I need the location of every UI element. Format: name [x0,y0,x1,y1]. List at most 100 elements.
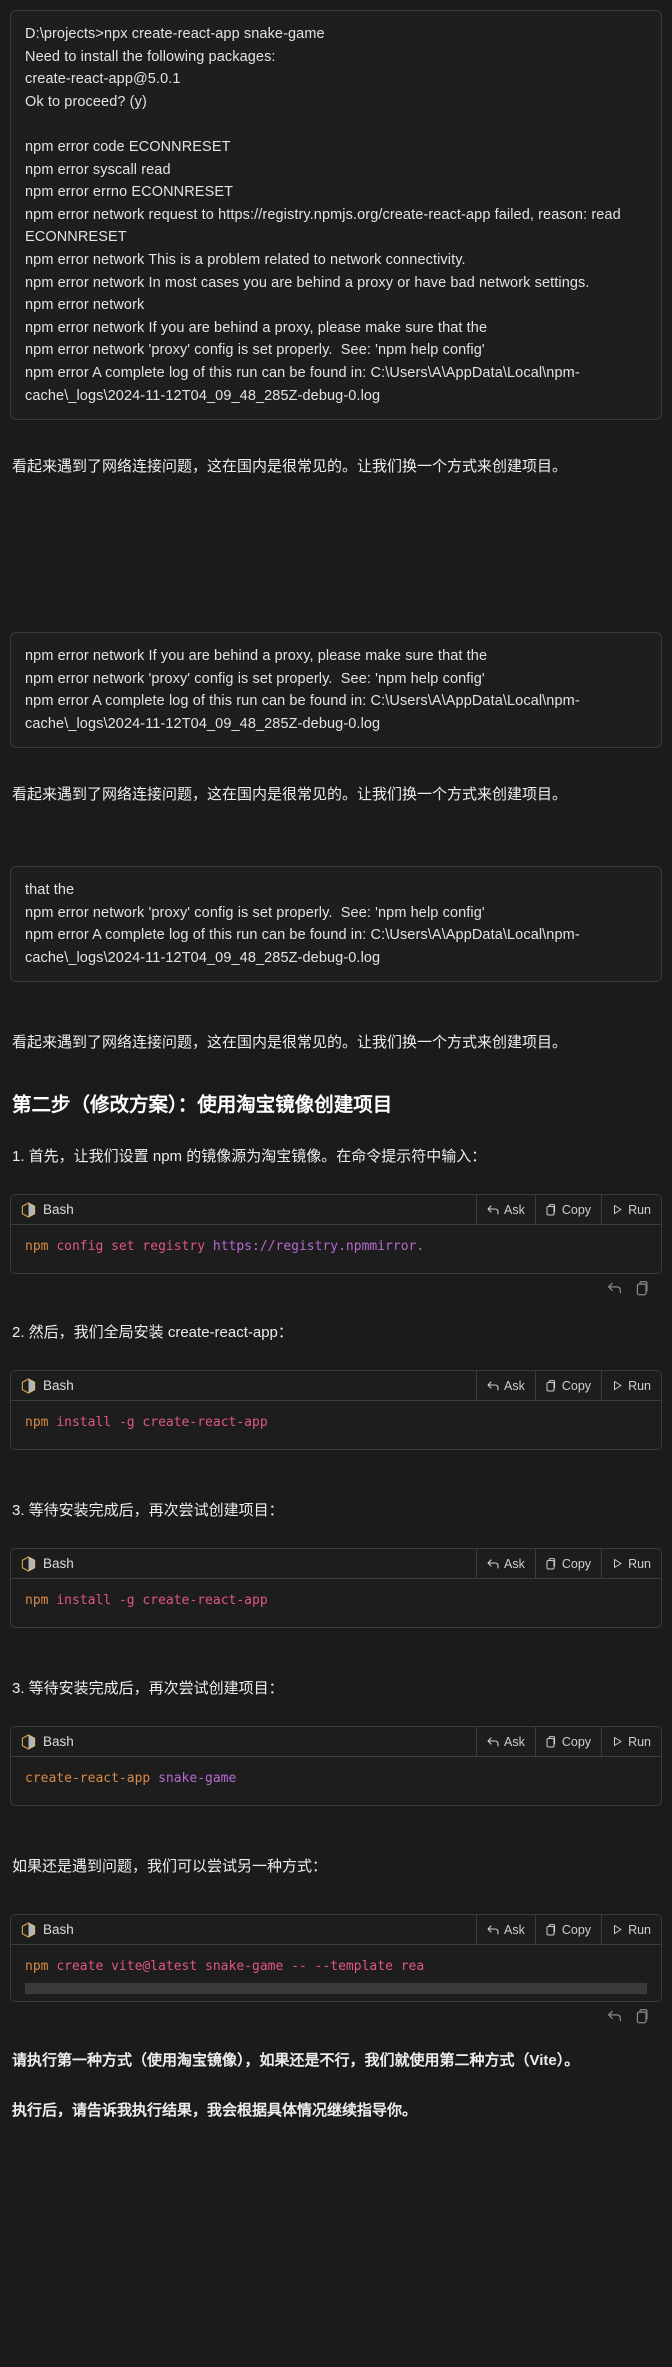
terminal-line: npm error code ECONNRESET [25,138,231,155]
ask-button[interactable]: Ask [476,1549,535,1579]
code-block-header: Bash Ask Copy Run [11,1727,661,1758]
terminal-line: npm error network request to https://reg… [25,206,625,246]
code-block-install-cra-2[interactable]: Bash Ask Copy Run npm install -g create-… [10,1548,662,1629]
code-block-body[interactable]: npm config set registry https://registry… [11,1225,661,1273]
copy-icon [546,1557,555,1570]
reply-arrow-icon [487,1559,499,1569]
assistant-intro-paragraph-clipped: 看起来遇到了网络连接问题，这在国内是很常见的。让我们换一个方式来创建项目。 [12,458,568,476]
ask-label: Ask [504,1202,525,1217]
run-label: Run [628,1378,651,1393]
page-section-heading: 第二步（修改方案）：使用淘宝镜像创建项目 [12,1094,393,1117]
ask-button[interactable]: Ask [476,1915,535,1945]
code-block-actions: Ask Copy Run [476,1727,661,1757]
terminal-output-block-1: D:\projects>npx create-react-app snake-g… [10,10,662,421]
code-block-registry[interactable]: Bash Ask Copy Run npm config set registr… [10,1194,662,1275]
terminal-line: npm error syscall read [25,161,171,178]
run-button[interactable]: Run [601,1195,661,1225]
code-block-language: Bash [11,1727,476,1756]
copy-icon [546,1923,555,1936]
code-block-body[interactable]: npm install -g create-react-app [11,1579,661,1627]
terminal-line: npm error A complete log of this run can… [25,927,580,966]
terminal-line: Ok to proceed? (y) [25,93,147,110]
code-content: create-react-app snake-game [25,1771,237,1787]
terminal-line: Need to install the following packages: [25,48,276,65]
code-block-language: Bash [11,1371,476,1400]
run-label: Run [628,1734,651,1749]
closing-paragraph-2: 执行后，请告诉我执行结果，我会根据具体情况继续指导你。 [12,2102,418,2120]
run-button[interactable]: Run [601,1371,661,1401]
copy-label: Copy [561,1734,592,1749]
reply-arrow-icon [487,1381,499,1391]
terminal-line: npm error A complete log of this run can… [25,364,580,404]
chat-message-root: D:\projects>npx create-react-app snake-g… [0,0,672,501]
copy-label: Copy [561,1202,592,1217]
code-content: npm install -g create-react-app [25,1593,268,1609]
code-block-language-label: Bash [43,1378,74,1394]
terminal-line: npm error network 'proxy' config is set … [25,342,485,359]
copy-icon[interactable] [636,1281,650,1296]
copy-button[interactable]: Copy [534,1549,601,1579]
code-block-language: Bash [11,1195,476,1224]
terminal-output-block-duplicate: npm error network If you are behind a pr… [10,632,662,749]
code-block-actions: Ask Copy Run [476,1549,661,1579]
run-button[interactable]: Run [601,1549,661,1579]
code-block-create-app[interactable]: Bash Ask Copy Run create-react-app snake… [10,1726,662,1807]
terminal-output-block-2: that the npm error network 'proxy' confi… [10,866,662,983]
code-selection-highlight [25,1983,647,1995]
reply-arrow-icon [487,1205,499,1215]
copy-button[interactable]: Copy [534,1727,601,1757]
ask-label: Ask [504,1556,525,1571]
terminal-line: npm error network This is a problem rela… [25,251,466,268]
terminal-line: npm error network 'proxy' config is set … [25,670,485,687]
terminal-line: npm error network [25,297,145,314]
code-block-body[interactable]: npm install -g create-react-app [11,1401,661,1449]
copy-button[interactable]: Copy [534,1195,601,1225]
bash-cube-icon [21,1556,36,1572]
ask-button[interactable]: Ask [476,1371,535,1401]
code-block-body[interactable]: npm create vite@latest snake-game -- --t… [11,1945,661,1980]
assistant-intro-paragraph-duplicate: 看起来遇到了网络连接问题，这在国内是很常见的。让我们换一个方式来创建项目。 [12,786,568,804]
copy-label: Copy [561,1922,592,1937]
step-1-text: 1. 首先，让我们设置 npm 的镜像源为淘宝镜像。在命令提示符中输入： [12,1148,487,1166]
code-block-install-cra-1[interactable]: Bash Ask Copy Run npm install -g create-… [10,1370,662,1451]
terminal-line: npm error network If you are behind a pr… [25,319,488,336]
code-footer-actions [0,2009,650,2024]
chat-message-body: that the npm error network 'proxy' confi… [0,866,672,2155]
reply-arrow-icon [487,1737,499,1747]
step-3b-text: 3. 等待安装完成后，再次尝试创建项目： [12,1680,284,1698]
run-button[interactable]: Run [601,1727,661,1757]
closing-paragraph-1: 请执行第一种方式（使用淘宝镜像），如果还是不行，我们就使用第二种方式（Vite）… [12,2052,580,2070]
copy-button[interactable]: Copy [534,1915,601,1945]
copy-label: Copy [561,1378,592,1393]
run-button[interactable]: Run [601,1915,661,1945]
code-block-language-label: Bash [43,1734,74,1750]
reply-arrow-icon[interactable] [607,1281,622,1295]
bash-cube-icon [21,1202,36,1218]
bash-cube-icon [21,1922,36,1938]
terminal-line: create-react-app@5.0.1 [25,71,181,88]
code-content: npm install -g create-react-app [25,1415,268,1431]
ask-button[interactable]: Ask [476,1195,535,1225]
reply-arrow-icon[interactable] [607,2009,622,2023]
ask-label: Ask [504,1734,525,1749]
bash-cube-icon [21,1378,36,1394]
terminal-line: npm error network If you are behind a pr… [25,648,488,664]
ask-label: Ask [504,1922,525,1937]
run-label: Run [628,1922,651,1937]
play-triangle-icon [614,1559,622,1569]
copy-label: Copy [561,1556,592,1571]
play-triangle-icon [614,1381,622,1391]
copy-icon [546,1379,555,1392]
terminal-line: npm error A complete log of this run can… [25,693,580,732]
step-3-text: 3. 等待安装完成后，再次尝试创建项目： [12,1502,284,1520]
assistant-intro-paragraph: 看起来遇到了网络连接问题，这在国内是很常见的。让我们换一个方式来创建项目。 [12,1034,568,1052]
code-block-vite[interactable]: Bash Ask Copy Run npm create vite@latest… [10,1914,662,2003]
code-block-header: Bash Ask Copy Run [11,1371,661,1402]
ask-label: Ask [504,1378,525,1393]
run-label: Run [628,1202,651,1217]
code-block-body[interactable]: create-react-app snake-game [11,1757,661,1805]
ask-button[interactable]: Ask [476,1727,535,1757]
copy-button[interactable]: Copy [534,1371,601,1401]
copy-icon[interactable] [636,2009,650,2024]
